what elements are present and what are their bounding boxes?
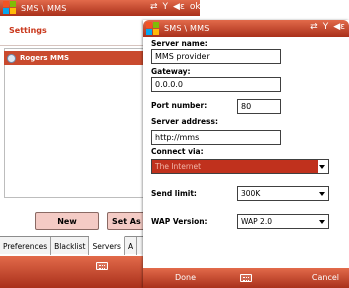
server-address-input[interactable]: http://mms: [151, 130, 281, 145]
dropdown-arrow-icon[interactable]: [319, 192, 325, 196]
port-number-label: Port number:: [151, 101, 208, 110]
send-limit-value: 300K: [241, 189, 261, 198]
keyboard-icon[interactable]: [96, 262, 108, 270]
new-button[interactable]: New: [35, 212, 99, 230]
tab-servers[interactable]: Servers: [89, 236, 125, 255]
front-titlebar: SMS \ MMS ⇄ Y ◀ε: [143, 20, 349, 37]
tab-blacklist[interactable]: Blacklist: [51, 237, 90, 255]
volume-icon[interactable]: ◀ε: [333, 22, 345, 32]
connect-via-select[interactable]: The Internet: [151, 159, 329, 174]
cancel-softkey[interactable]: Cancel: [312, 273, 339, 282]
tab-partial[interactable]: A: [125, 237, 138, 255]
volume-icon[interactable]: ◀ε: [173, 2, 185, 12]
signal-icon[interactable]: Y: [323, 22, 329, 32]
connect-via-label: Connect via:: [151, 147, 204, 156]
back-status-icons: ⇄ Y ◀ε ok: [150, 2, 201, 12]
connectivity-icon[interactable]: ⇄: [310, 22, 318, 32]
connect-via-value: The Internet: [155, 162, 202, 171]
server-name-input[interactable]: MMS provider: [151, 49, 281, 64]
wap-version-value: WAP 2.0: [241, 217, 272, 226]
windows-logo-icon[interactable]: [3, 1, 17, 15]
windows-logo-icon[interactable]: [146, 21, 160, 36]
port-number-input[interactable]: 80: [237, 99, 281, 114]
server-settings-window: SMS \ MMS ⇄ Y ◀ε Server name: MMS provid…: [143, 20, 349, 288]
done-softkey[interactable]: Done: [175, 273, 196, 282]
account-label: Rogers MMS: [20, 54, 69, 62]
server-address-label: Server address:: [151, 117, 218, 126]
gateway-input[interactable]: 0.0.0.0: [151, 77, 281, 92]
server-name-label: Server name:: [151, 39, 208, 48]
send-limit-select[interactable]: 300K: [237, 186, 329, 201]
wap-version-select[interactable]: WAP 2.0: [237, 214, 329, 229]
dropdown-arrow-icon[interactable]: [319, 165, 325, 169]
ok-icon[interactable]: ok: [190, 2, 201, 12]
signal-icon[interactable]: Y: [163, 2, 169, 12]
server-form: Server name: MMS provider Gateway: 0.0.0…: [143, 37, 349, 268]
front-status-icons: ⇄ Y ◀ε: [310, 22, 345, 32]
send-limit-label: Send limit:: [151, 189, 197, 198]
wap-version-label: WAP Version:: [151, 217, 208, 226]
tab-preferences[interactable]: Preferences: [0, 237, 52, 255]
settings-title: Settings: [9, 26, 47, 35]
dropdown-arrow-icon[interactable]: [319, 220, 325, 224]
back-window-title: SMS \ MMS: [21, 3, 67, 13]
keyboard-icon[interactable]: [240, 274, 252, 282]
connectivity-icon[interactable]: ⇄: [150, 2, 158, 12]
front-window-title: SMS \ MMS: [164, 24, 210, 33]
gateway-label: Gateway:: [151, 67, 191, 76]
account-icon: [7, 53, 16, 63]
